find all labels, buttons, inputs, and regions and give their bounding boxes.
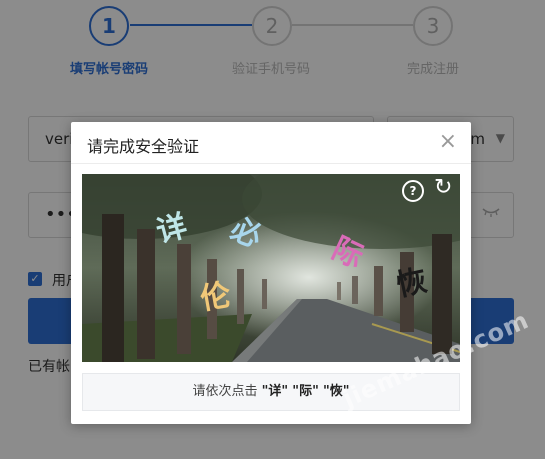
target-char: "详" <box>261 384 289 399</box>
modal-title: 请完成安全验证 <box>87 137 200 156</box>
help-icon[interactable]: ? <box>402 180 424 202</box>
captcha-image[interactable]: ? ↻ 详 必 伦 际 恢 <box>82 174 460 362</box>
target-char: "际" <box>292 384 319 399</box>
modal-divider <box>71 163 471 164</box>
refresh-icon[interactable]: ↻ <box>434 176 452 200</box>
instruction-prefix: 请依次点击 <box>192 384 258 399</box>
close-icon[interactable]: × <box>439 130 457 154</box>
